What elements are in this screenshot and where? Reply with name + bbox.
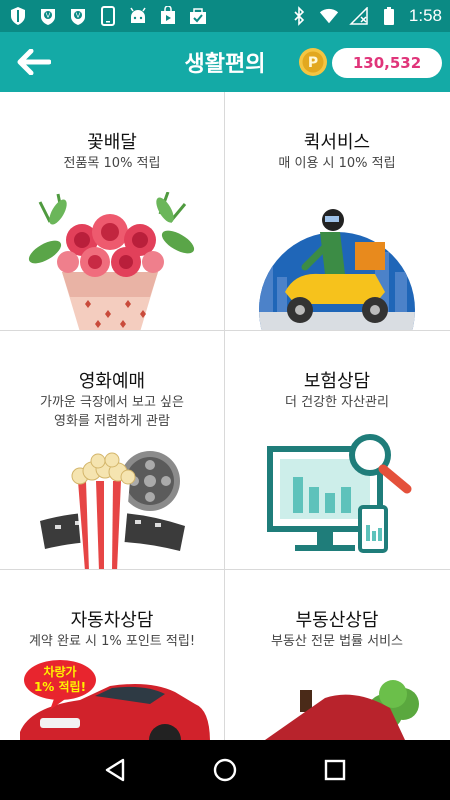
tile-flower-delivery[interactable]: 꽃배달 전품목 10% 적립 (0, 92, 224, 330)
tile-title: 퀵서비스 (303, 132, 371, 153)
popcorn-film-icon (40, 451, 185, 569)
android-icon (128, 6, 148, 26)
phone-icon (98, 6, 118, 26)
tile-title: 꽃배달 (87, 132, 137, 153)
tile-subtitle: 가까운 극장에서 보고 싶은 영화를 저렴하게 관람 (40, 395, 184, 429)
tile-car-consult[interactable]: 자동차상담 계약 완료 시 1% 포인트 적립! 차량가 1% 적립! (0, 570, 224, 740)
shield-icon (8, 6, 28, 26)
recents-nav-icon (324, 759, 346, 781)
tile-subtitle: 계약 완료 시 1% 포인트 적립! (28, 634, 196, 649)
points-value: 130,532 (352, 54, 422, 72)
tile-title: 영화예매 (78, 371, 146, 392)
tile-subtitle: 전품목 10% 적립 (63, 156, 161, 171)
back-button[interactable] (14, 46, 54, 78)
badge-icon: V (38, 6, 58, 26)
nav-home-button[interactable] (205, 750, 245, 790)
signal-off-icon (349, 6, 369, 26)
check-icon (188, 6, 208, 26)
bluetooth-icon (289, 6, 309, 26)
tile-movie-booking[interactable]: 영화예매 가까운 극장에서 보고 싶은 영화를 저렴하게 관람 (0, 331, 224, 569)
back-nav-icon (105, 758, 125, 782)
tile-subtitle: 부동산 전문 법률 서비스 (271, 634, 403, 649)
wifi-icon (319, 6, 339, 26)
battery-icon (379, 6, 399, 26)
svg-text:V: V (76, 12, 81, 20)
nav-back-button[interactable] (95, 750, 135, 790)
tile-real-estate-consult[interactable]: 부동산상담 부동산 전문 법률 서비스 (225, 570, 449, 740)
status-bar: V V 1:58 (0, 0, 450, 32)
red-car-icon: 차량가 1% 적립! (20, 660, 210, 740)
flower-bouquet-icon (28, 192, 195, 330)
tile-insurance-consult[interactable]: 보험상담 더 건강한 자산관리 (225, 331, 449, 569)
points-balance[interactable]: 130,532 (332, 48, 442, 78)
badge-icon: V (68, 6, 88, 26)
house-icon (265, 680, 419, 740)
app-screen: V V 1:58 생활편의 P 130,532 꽃배달 전품목 10% 적립 퀵… (0, 0, 450, 800)
tile-subtitle: 매 이용 시 10% 적립 (278, 156, 396, 171)
arrow-left-icon (17, 49, 51, 75)
app-bar: 생활편의 P 130,532 (0, 32, 450, 92)
tile-title: 부동산상담 (295, 610, 379, 631)
car-badge-line2: 1% 적립! (34, 679, 86, 694)
tile-title: 보험상담 (303, 371, 371, 392)
coin-icon: P (298, 47, 328, 77)
system-nav-bar (0, 740, 450, 800)
scooter-delivery-icon (259, 209, 415, 330)
svg-text:V: V (46, 12, 51, 20)
home-nav-icon (213, 758, 237, 782)
tile-subtitle: 더 건강한 자산관리 (285, 395, 389, 410)
car-badge-line1: 차량가 (43, 664, 76, 679)
play-store-icon (158, 6, 178, 26)
coin-label: P (308, 55, 318, 71)
service-grid: 꽃배달 전품목 10% 적립 퀵서비스 매 이용 시 10% 적립 영화예매 가… (0, 92, 450, 740)
nav-recents-button[interactable] (315, 750, 355, 790)
tile-title: 자동차상담 (70, 610, 154, 631)
monitor-chart-icon (267, 434, 412, 553)
tile-quick-service[interactable]: 퀵서비스 매 이용 시 10% 적립 (225, 92, 449, 330)
divider (224, 92, 225, 740)
clock-time: 1:58 (408, 6, 442, 25)
